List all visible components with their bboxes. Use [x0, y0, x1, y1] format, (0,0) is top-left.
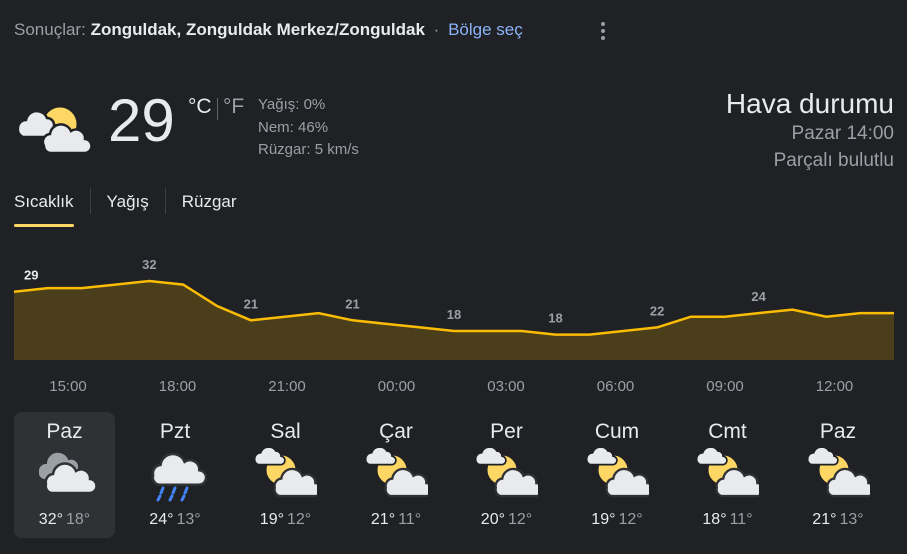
more-vert-icon[interactable] — [593, 19, 613, 43]
tab-temperature[interactable]: Sıcaklık — [14, 186, 74, 227]
day-forecast-0[interactable]: Paz 32° 18° — [14, 412, 115, 538]
high-temp: 21° — [370, 511, 396, 528]
time-label: 21:00 — [268, 378, 306, 395]
high-temp: 18° — [702, 511, 727, 528]
partly-cloudy-icon — [695, 446, 765, 503]
day-forecast-6[interactable]: Cmt 18° 11° — [677, 412, 778, 538]
wind-text: Rüzgar: 5 km/s — [258, 141, 359, 158]
day-temps: 21° 13° — [788, 511, 889, 529]
high-temp: 20° — [480, 511, 505, 528]
results-label: Sonuçlar: — [14, 20, 86, 39]
rain-icon — [145, 448, 207, 507]
search-header: Sonuçlar: Zonguldak, Zonguldak Merkez/Zo… — [14, 20, 523, 40]
precipitation-text: Yağış: 0% — [258, 96, 326, 113]
chart-value-label: 22 — [650, 303, 664, 318]
partly-cloudy-icon — [806, 446, 875, 503]
time-label: 15:00 — [49, 378, 87, 395]
partly-cloudy-icon — [474, 446, 544, 503]
chart-value-label: 24 — [751, 289, 766, 304]
weather-summary: Hava durumu Pazar 14:00 Parçalı bulutlu — [726, 88, 894, 174]
partly-cloudy-icon — [253, 446, 323, 503]
tab-divider — [164, 188, 166, 214]
day-name: Çar — [379, 420, 413, 443]
unit-divider — [217, 98, 218, 120]
time-label: 03:00 — [487, 378, 525, 395]
day-name: Cum — [594, 420, 640, 443]
low-temp: 18° — [66, 511, 91, 528]
location-name: Zonguldak, Zonguldak Merkez/Zonguldak — [90, 20, 425, 39]
chart-value-label: 29 — [24, 268, 38, 283]
chart-value-label: 18 — [548, 311, 562, 326]
low-temp: 12° — [287, 511, 312, 528]
chart-value-label: 32 — [142, 257, 156, 272]
select-region-link[interactable]: Bölge seç — [448, 20, 523, 39]
tab-precipitation[interactable]: Yağış — [107, 186, 149, 220]
day-forecast-5[interactable]: Cum 19° 12° — [567, 412, 668, 538]
chart-tabs: Sıcaklık Yağış Rüzgar — [14, 186, 237, 227]
celsius-toggle[interactable]: °C — [188, 95, 212, 119]
tab-wind[interactable]: Rüzgar — [182, 186, 237, 220]
day-forecast-3[interactable]: Çar 21° 11° — [346, 412, 447, 538]
tab-divider — [89, 188, 91, 214]
chart-value-label: 21 — [244, 296, 258, 311]
high-temp: 21° — [812, 511, 837, 528]
time-label: 12:00 — [815, 378, 854, 395]
day-name: Paz — [46, 420, 83, 443]
day-name: Paz — [819, 420, 857, 443]
weather-details: Yağış: 0% Nem: 46% Rüzgar: 5 km/s — [258, 94, 359, 162]
low-temp: 13° — [176, 511, 201, 528]
current-temperature: 29 — [108, 87, 175, 154]
day-temps: 18° 11° — [677, 511, 778, 529]
high-temp: 24° — [149, 511, 174, 528]
day-name: Pzt — [159, 420, 191, 443]
day-name: Sal — [270, 420, 301, 443]
humidity-text: Nem: 46% — [258, 118, 329, 136]
high-temp: 19° — [259, 511, 284, 528]
fahrenheit-toggle[interactable]: °F — [223, 95, 244, 119]
partly-cloudy-icon — [364, 446, 433, 503]
low-temp: 11° — [398, 511, 422, 528]
high-temp: 19° — [591, 511, 616, 528]
time-label: 00:00 — [377, 378, 416, 395]
day-temps: 24° 13° — [125, 511, 226, 529]
chart-value-label: 18 — [447, 307, 461, 322]
low-temp: 12° — [618, 511, 643, 528]
day-forecast-1[interactable]: Pzt 24° 13° — [125, 412, 226, 538]
day-temps: 21° 11° — [346, 511, 447, 529]
cloudy-icon — [34, 448, 98, 503]
day-temps: 19° 12° — [567, 511, 668, 529]
weather-datetime: Pazar 14:00 — [791, 123, 894, 144]
day-temps: 19° 12° — [235, 511, 336, 529]
low-temp: 12° — [508, 511, 533, 528]
partly-cloudy-icon — [14, 96, 94, 159]
day-forecast-7[interactable]: Paz 21° 13° — [788, 412, 889, 538]
weather-title: Hava durumu — [725, 88, 894, 119]
time-label: 06:00 — [596, 378, 635, 395]
separator: · — [433, 20, 440, 39]
weather-condition: Parçalı bulutlu — [773, 150, 894, 171]
day-temps: 20° 12° — [456, 511, 557, 529]
low-temp: 11° — [729, 511, 753, 528]
day-name: Cmt — [708, 420, 747, 443]
day-forecast-4[interactable]: Per 20° 12° — [456, 412, 557, 538]
temperature-chart[interactable]: 29 32 21 21 18 18 22 24 — [0, 240, 907, 365]
chart-value-label: 21 — [345, 296, 359, 311]
time-label: 09:00 — [706, 378, 744, 395]
partly-cloudy-icon — [585, 446, 654, 503]
time-label: 18:00 — [158, 378, 197, 395]
day-forecast-2[interactable]: Sal 19° 12° — [235, 412, 336, 538]
high-temp: 32° — [38, 511, 63, 528]
day-temps: 32° 18° — [14, 511, 115, 529]
day-name: Per — [490, 420, 523, 443]
low-temp: 13° — [839, 511, 864, 528]
